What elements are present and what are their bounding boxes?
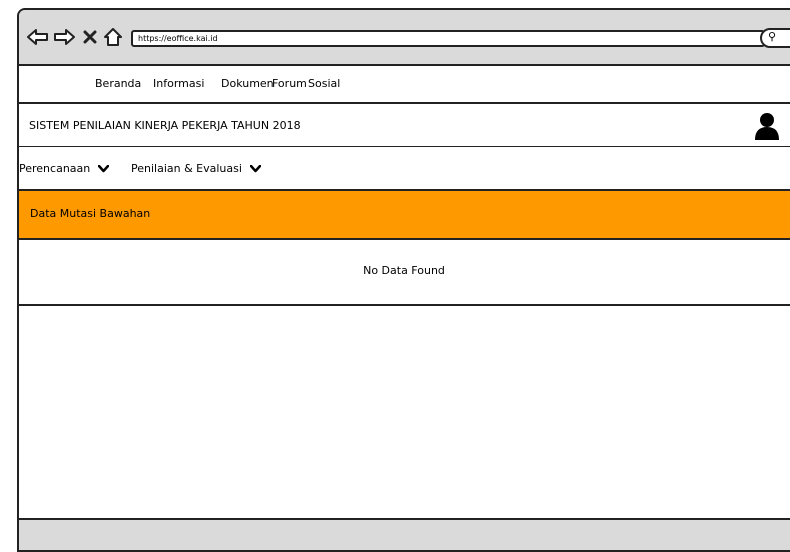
arrow-left-icon [27,29,48,45]
home-icon [104,28,122,46]
x-icon [83,30,97,44]
search-icon: ⚲ [768,30,777,43]
section-title: Data Mutasi Bawahan [30,207,151,220]
arrow-right-icon [54,29,75,45]
page-title: SISTEM PENILAIAN KINERJA PEKERJA TAHUN 2… [29,119,301,132]
main-menu: Beranda Informasi Dokumen Forum Sosial [19,66,790,104]
forward-button[interactable] [53,26,75,48]
empty-state-message: No Data Found [363,264,445,277]
dropdown-perencanaan-label: Perencanaan [19,162,91,175]
chevron-down-icon [249,164,261,172]
sub-navigation: Perencanaan Penilaian & Evaluasi [19,147,790,191]
address-bar[interactable]: https://eoffice.kai.id [131,30,765,47]
app-header: SISTEM PENILAIAN KINERJA PEKERJA TAHUN 2… [19,104,790,147]
browser-toolbar: https://eoffice.kai.id ⚲ [19,10,790,66]
back-button[interactable] [27,26,49,48]
dropdown-perencanaan[interactable]: Perencanaan [19,162,110,175]
home-button[interactable] [103,26,123,48]
chevron-down-icon [98,164,110,172]
stop-button[interactable] [82,26,98,48]
menu-item-informasi[interactable]: Informasi [153,77,204,90]
menu-item-beranda[interactable]: Beranda [95,77,141,90]
dropdown-penilaian-evaluasi-label: Penilaian & Evaluasi [131,162,242,175]
menu-item-sosial[interactable]: Sosial [308,77,340,90]
data-panel: No Data Found [19,240,790,306]
dropdown-penilaian-evaluasi[interactable]: Penilaian & Evaluasi [131,162,261,175]
user-icon[interactable] [754,112,780,140]
browser-window: https://eoffice.kai.id ⚲ Beranda Informa… [17,8,790,552]
menu-item-forum[interactable]: Forum [272,77,307,90]
section-header: Data Mutasi Bawahan [19,191,790,240]
menu-item-dokumen[interactable]: Dokumen [221,77,274,90]
browser-search-field[interactable]: ⚲ [760,28,790,48]
browser-statusbar [19,518,790,550]
